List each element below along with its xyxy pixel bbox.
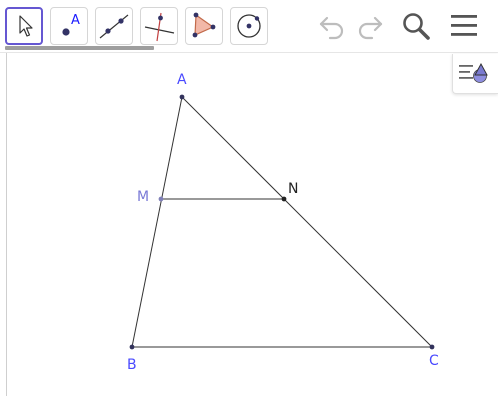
circle-with-center-icon xyxy=(237,14,261,38)
point-tool-label: A xyxy=(71,13,80,28)
main-menu-button[interactable] xyxy=(448,10,480,42)
point-b xyxy=(129,344,135,350)
point-b-label: B xyxy=(127,357,137,373)
point-a-label: A xyxy=(177,72,187,88)
style-bar-icon xyxy=(459,62,488,83)
geogebra-app: A A B C M N xyxy=(0,0,498,396)
polygon-tool-button[interactable] xyxy=(185,7,223,45)
line-tool-button[interactable] xyxy=(95,7,133,45)
point-n xyxy=(281,196,287,202)
point-icon xyxy=(62,28,70,36)
perpendicular-line-tool-button[interactable] xyxy=(140,7,178,45)
point-tool-button[interactable]: A xyxy=(50,7,88,45)
segment-ca xyxy=(181,96,433,348)
polygon-icon xyxy=(192,12,216,38)
toolbar: A xyxy=(0,0,498,52)
point-m-label: M xyxy=(137,189,150,205)
hamburger-menu-icon xyxy=(451,15,477,36)
cursor-arrow-icon xyxy=(19,15,33,37)
point-c xyxy=(429,344,435,350)
point-m xyxy=(158,196,164,202)
construction-canvas[interactable] xyxy=(0,53,498,396)
style-bar-toggle-button[interactable] xyxy=(452,54,498,94)
perpendicular-line-icon xyxy=(144,12,175,42)
point-n-label: N xyxy=(288,181,299,197)
undo-icon xyxy=(319,16,344,40)
line-through-points-icon xyxy=(99,14,129,39)
graphics-view[interactable]: A B C M N xyxy=(0,53,498,396)
tools-scroll-indicator xyxy=(5,46,154,50)
circle-tool-button[interactable] xyxy=(230,7,268,45)
redo-button[interactable] xyxy=(354,10,386,42)
move-tool-button[interactable] xyxy=(5,7,43,45)
segment-ab xyxy=(131,96,183,348)
point-a xyxy=(179,94,185,100)
point-c-label: C xyxy=(429,353,439,369)
search-button[interactable] xyxy=(400,10,432,42)
search-icon xyxy=(403,13,430,40)
graphics-left-border xyxy=(6,53,7,396)
undo-button[interactable] xyxy=(316,10,348,42)
redo-icon xyxy=(358,16,383,40)
